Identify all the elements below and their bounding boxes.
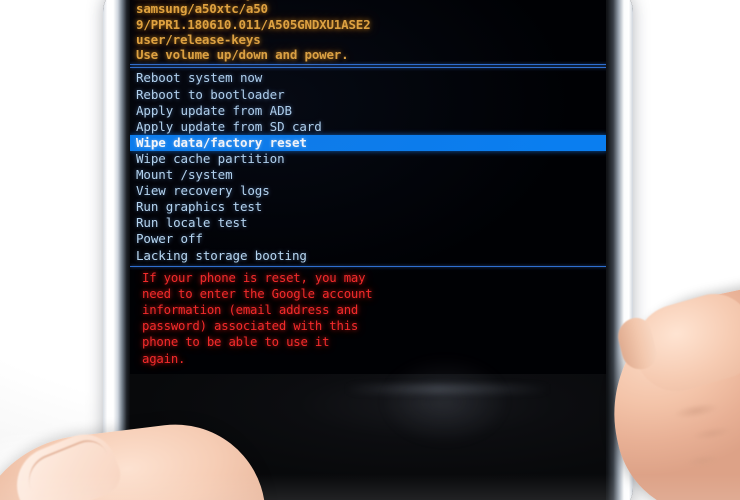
header-line-keys: user/release-keys: [136, 31, 261, 47]
glass-reflection-streak: [345, 384, 550, 394]
screenshot-stage: Android Recovery samsung/a50xtc/a50 9/PP…: [0, 0, 740, 500]
warning-line-3: information (email address and: [142, 303, 359, 318]
header-line-hint: Use volume up/down and power.: [136, 47, 349, 63]
phone-device: Android Recovery samsung/a50xtc/a50 9/PP…: [103, 0, 633, 500]
header-line-device: samsung/a50xtc/a50: [136, 1, 268, 17]
header-line-title: Android Recovery: [136, 0, 602, 1]
warning-line-1: If your phone is reset, you may: [142, 270, 366, 285]
phone-bezel-right: [603, 0, 633, 500]
menu-item-run-graphics-test[interactable]: Run graphics test: [130, 199, 606, 215]
menu-item-view-recovery-logs[interactable]: View recovery logs: [130, 183, 606, 199]
menu-item-apply-update-from-adb[interactable]: Apply update from ADB: [130, 103, 606, 119]
menu-item-reboot-system-now[interactable]: Reboot system now: [130, 70, 606, 86]
warning-line-6: again.: [142, 351, 186, 366]
warning-line-5: phone to be able to use it: [142, 335, 330, 350]
menu-item-run-locale-test[interactable]: Run locale test: [130, 215, 606, 231]
divider-header-menu: [130, 64, 606, 66]
menu-item-wipe-cache-partition[interactable]: Wipe cache partition: [130, 151, 606, 167]
menu-item-reboot-to-bootloader[interactable]: Reboot to bootloader: [130, 87, 606, 103]
menu-item-power-off[interactable]: Power off: [130, 231, 606, 247]
phone-bezel-left: [103, 0, 130, 500]
header-line-build: 9/PPR1.180610.011/A505GNDXU1ASE2: [136, 16, 371, 32]
warning-line-4: password) associated with this: [142, 319, 359, 334]
warning-line-2: need to enter the Google account: [142, 286, 373, 301]
menu-item-lacking-storage-booting[interactable]: Lacking storage booting: [130, 248, 606, 264]
recovery-menu: Reboot system now Reboot to bootloader A…: [130, 68, 606, 263]
phone-display-glass: Android Recovery samsung/a50xtc/a50 9/PP…: [130, 0, 606, 500]
menu-item-apply-update-from-sd[interactable]: Apply update from SD card: [130, 119, 606, 135]
menu-item-wipe-data-factory-reset[interactable]: Wipe data/factory reset: [130, 134, 606, 151]
recovery-header: Android Recovery samsung/a50xtc/a50 9/PP…: [130, 0, 606, 62]
menu-item-mount-system[interactable]: Mount /system: [130, 167, 606, 183]
android-recovery-screen: Android Recovery samsung/a50xtc/a50 9/PP…: [130, 0, 606, 374]
google-account-warning: If your phone is reset, you may need to …: [130, 267, 606, 367]
glass-reflection-blob: [380, 356, 510, 446]
bottom-camera-blur: [0, 474, 740, 500]
